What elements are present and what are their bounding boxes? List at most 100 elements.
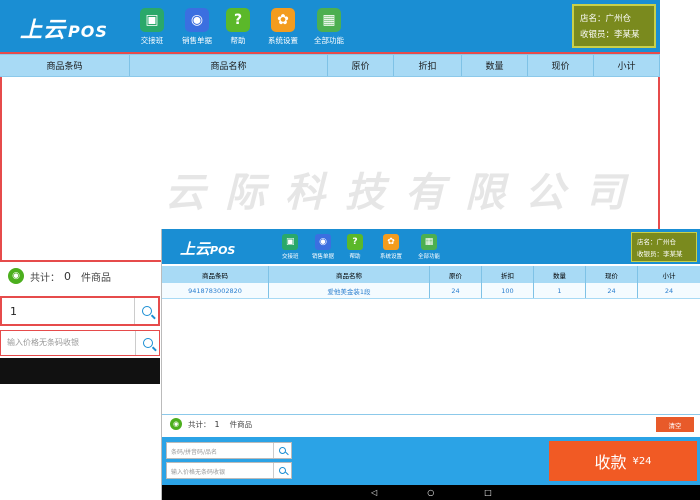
top-toolbar: 上云POS ▣ 交接班 ◉ 销售单据 ? 帮助 ✿ 系统设置 ▦ 全部功能 店名：广州仓 收银员：…: [0, 0, 660, 52]
column-header: 现价: [586, 266, 638, 283]
help-icon: ?: [226, 8, 250, 32]
nav-button-2[interactable]: ? 帮助: [347, 234, 363, 260]
table-row[interactable]: 9418783002820 爱他美金装1段 24 100 1 24 24: [162, 283, 700, 299]
store-info-box: 店名：广州仓 收银员：李某某: [631, 232, 697, 262]
column-header: 原价: [328, 55, 394, 76]
barcode-search-button[interactable]: [273, 443, 291, 458]
nav-label: 交接班: [282, 254, 299, 260]
nav-button-1[interactable]: ◉ 销售单据: [182, 8, 212, 46]
table-cell: 24: [638, 283, 700, 298]
table-cell: 24: [586, 283, 638, 298]
count-suffix: 件商品: [229, 419, 253, 429]
logo-text: 上云: [180, 240, 211, 258]
price-search-button[interactable]: [273, 463, 291, 478]
app-logo: 上云POS: [180, 238, 235, 259]
cart-grid-header: 商品条码 商品名称 原价 折扣 数量 现价 小计: [0, 54, 660, 77]
settings-icon: ✿: [271, 8, 295, 32]
table-cell: 9418783002820: [162, 283, 269, 298]
checkout-bar: 条码/拼音码/品名 输入价格无条码收银 收款 ¥24: [162, 437, 700, 485]
count-value: 0: [64, 269, 71, 283]
logo-pos: POS: [210, 244, 236, 257]
screenshot-root: 上云 POS ▣ 交接班 ◉ 销售单据? 帮助 ✿ 系统设置 ▦ 全部功能 店名：广州仓 收银员：…: [0, 0, 700, 500]
barcode-search-input[interactable]: 条码/拼音码/品名: [166, 442, 292, 459]
nav-label: 销售单据: [312, 254, 335, 260]
item-count: ◉ 共计： 1 件商品: [170, 418, 252, 430]
shift-handover-icon: ▣: [282, 234, 299, 250]
nav-label: 交接班: [140, 36, 164, 45]
table-cell: 1: [534, 283, 586, 298]
divider: [162, 414, 700, 415]
item-count: ◉ 共计： 0 件商品: [8, 268, 111, 284]
column-header: 数量: [462, 55, 528, 76]
table-cell: 100: [482, 283, 534, 298]
column-header: 数量: [534, 266, 586, 283]
search-icon: [279, 447, 286, 454]
barcode-input[interactable]: 1: [0, 296, 160, 326]
column-header: 折扣: [394, 55, 462, 76]
cashier-name: 收银员：李某某: [637, 250, 683, 258]
column-header: 折扣: [482, 266, 534, 283]
nav-button-3[interactable]: ✿ 系统设置: [380, 234, 402, 260]
nav-button-4[interactable]: ▦ 全部功能: [418, 234, 440, 260]
sales-receipt-icon: ◉: [185, 8, 209, 32]
back-icon[interactable]: ◁: [371, 488, 377, 497]
sales-receipt-icon: ◉: [315, 234, 331, 250]
table-cell: 爱他美金装1段: [269, 283, 430, 298]
nav-button-0[interactable]: ▣ 交接班: [140, 8, 164, 46]
nav-label: 全部功能: [418, 254, 441, 260]
nav-label: 销售单据: [182, 36, 212, 45]
shift-handover-icon: ▣: [140, 8, 164, 32]
nav-label: 系统设置: [268, 36, 298, 45]
nav-button-3[interactable]: ✿ 系统设置: [268, 8, 298, 46]
nav-button-1[interactable]: ◉ 销售单据: [312, 234, 334, 260]
count-value: 1: [214, 419, 220, 429]
all-functions-icon: ▦: [421, 234, 437, 250]
search-icon: [141, 306, 152, 316]
nav-button-2[interactable]: ? 帮助: [226, 8, 250, 46]
checkout-button[interactable]: 收款 ¥24: [549, 441, 697, 481]
search-icon: [142, 338, 153, 348]
store-name: 店名：广州仓: [637, 238, 676, 246]
cashier-name: 收银员：李某某: [580, 30, 640, 40]
checkout-label: 收款: [594, 453, 627, 472]
store-info-box: 店名：广州仓 收银员：李某某: [572, 4, 656, 48]
home-icon[interactable]: ○: [427, 488, 434, 497]
table-cell: 24: [430, 283, 482, 298]
count-prefix: 共计：: [188, 419, 211, 429]
nav-label: 帮助: [349, 254, 361, 260]
price-input[interactable]: 输入价格无条码收银: [0, 330, 160, 356]
column-header: 商品条码: [0, 55, 130, 76]
settings-icon: ✿: [383, 234, 399, 250]
pos-screen-overlay: 上云POS ▣ 交接班 ◉ 销售单据? 帮助 ✿ 系统设置 ▦ 全部功能 店名：广州仓 收银员：…: [161, 229, 700, 500]
nav-button-4[interactable]: ▦ 全部功能: [314, 8, 344, 46]
barcode-value: 1: [10, 305, 17, 318]
recents-icon[interactable]: □: [484, 488, 492, 497]
column-header: 商品名称: [130, 55, 328, 76]
nav-button-0[interactable]: ▣ 交接班: [282, 234, 299, 260]
android-navigation-bar: ◁ ○ □: [162, 485, 700, 500]
all-functions-icon: ▦: [317, 8, 341, 32]
nav-label: 全部功能: [314, 36, 344, 45]
clear-cart-button[interactable]: 清空: [656, 417, 694, 432]
logo-text: 上云: [20, 18, 67, 43]
app-logo: 上云POS: [20, 12, 108, 44]
count-prefix: 共计：: [30, 272, 60, 284]
column-header: 小计: [638, 266, 700, 283]
price-placeholder: 输入价格无条码收银: [171, 469, 226, 476]
count-suffix: 件商品: [81, 272, 111, 284]
barcode-search-button[interactable]: [134, 298, 158, 324]
store-name: 店名：广州仓: [580, 14, 632, 24]
checkout-amount: ¥24: [632, 455, 652, 467]
bottom-bar: [0, 358, 160, 384]
column-header: 原价: [430, 266, 482, 283]
cart-grid-header: 商品条码 商品名称 原价 折扣 数量 现价 小计: [162, 266, 700, 283]
price-search-button[interactable]: [135, 331, 159, 355]
column-header: 小计: [594, 55, 660, 76]
barcode-placeholder: 条码/拼音码/品名: [171, 449, 218, 456]
company-watermark: 云际科技有限公司: [165, 169, 645, 216]
price-input[interactable]: 输入价格无条码收银: [166, 462, 292, 479]
help-icon: ?: [347, 234, 363, 250]
wifi-icon: ◉: [170, 418, 182, 430]
nav-label: 系统设置: [380, 254, 403, 260]
column-header: 商品名称: [269, 266, 430, 283]
